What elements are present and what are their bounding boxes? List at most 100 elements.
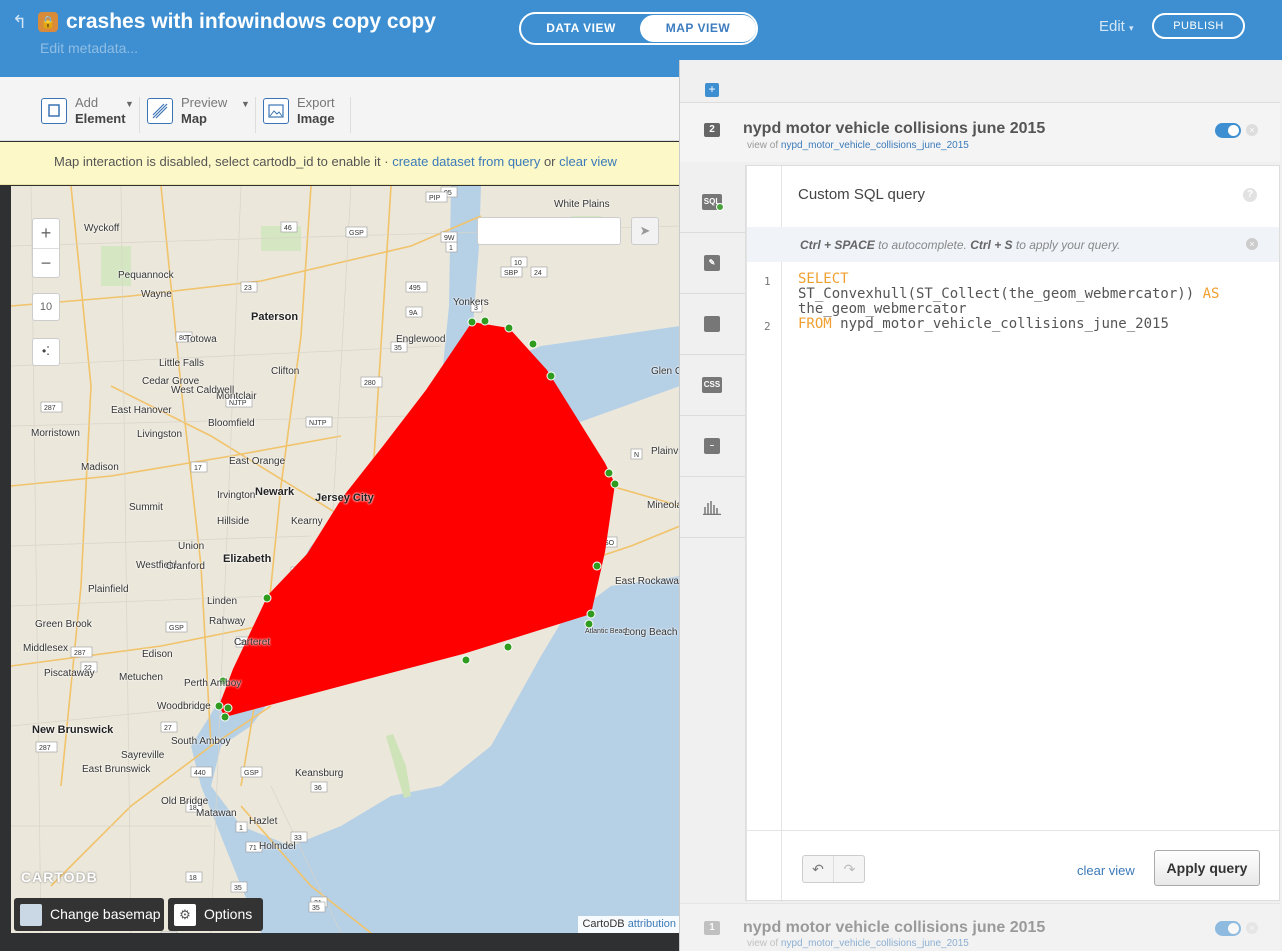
collision-point[interactable] — [586, 609, 596, 619]
add-element-button[interactable]: Add Element ▼ — [41, 95, 134, 129]
place-label: Hillside — [217, 516, 250, 527]
close-icon[interactable]: × — [1246, 238, 1258, 250]
collision-point[interactable] — [262, 593, 272, 603]
zoom-in-button[interactable]: + — [33, 219, 59, 248]
layer-title[interactable]: nypd motor vehicle collisions june 2015 — [743, 120, 1045, 138]
map-search-input[interactable] — [477, 217, 621, 245]
tab-sql[interactable]: SQL — [680, 172, 745, 233]
hint-text: to apply your query. — [1012, 238, 1121, 252]
lock-icon[interactable]: 🔒 — [38, 12, 58, 32]
layer-header[interactable]: 2 nypd motor vehicle collisions june 201… — [680, 102, 1280, 162]
help-icon[interactable]: ? — [1243, 188, 1257, 202]
zoom-out-button[interactable]: − — [33, 248, 59, 277]
svg-text:18: 18 — [189, 875, 197, 882]
locate-icon[interactable]: ➤ — [631, 217, 659, 245]
collision-point[interactable] — [584, 619, 594, 629]
sql-code: nypd_motor_vehicle_collisions_june_2015 — [831, 316, 1169, 332]
svg-text:46: 46 — [284, 225, 292, 232]
clear-view-button[interactable]: clear view — [1077, 863, 1135, 878]
place-label: Livingston — [137, 429, 183, 440]
collision-point[interactable] — [220, 712, 230, 722]
place-label: Keansburg — [295, 768, 344, 779]
collision-point[interactable] — [546, 371, 556, 381]
sql-pane-title: Custom SQL query — [798, 186, 925, 203]
tab-filters[interactable] — [680, 477, 745, 538]
layer-table-link[interactable]: nypd_motor_vehicle_collisions_june_2015 — [781, 140, 969, 151]
place-label: Woodbridge — [157, 701, 211, 712]
layer-visibility-toggle[interactable] — [1215, 123, 1241, 138]
apply-query-button[interactable]: Apply query — [1154, 850, 1260, 886]
map-title[interactable]: crashes with infowindows copy copy — [66, 10, 436, 34]
add-layer-button[interactable]: + — [705, 83, 719, 97]
svg-text:35: 35 — [234, 885, 242, 892]
layer-header[interactable]: 1 nypd motor vehicle collisions june 201… — [680, 903, 1280, 951]
change-basemap-button[interactable]: Change basemap — [14, 898, 164, 931]
layer-selector-icon[interactable]: •⁚ — [32, 338, 60, 366]
svg-text:23: 23 — [244, 285, 252, 292]
collision-point[interactable] — [214, 701, 224, 711]
tab-map-view[interactable]: MAP VIEW — [640, 15, 756, 42]
svg-text:GSP: GSP — [349, 230, 364, 237]
tab-legend[interactable]: – — [680, 416, 745, 477]
gear-icon: ⚙ — [174, 904, 196, 926]
export-image-button[interactable]: Export Image — [263, 95, 343, 129]
collision-point[interactable] — [504, 323, 514, 333]
place-label: East Orange — [229, 456, 286, 467]
collision-point[interactable] — [604, 468, 614, 478]
change-basemap-label: Change basemap — [50, 906, 161, 922]
route-shield: 17 — [190, 461, 208, 473]
create-dataset-link[interactable]: create dataset from query — [392, 154, 540, 169]
layer-title[interactable]: nypd motor vehicle collisions june 2015 — [743, 919, 1045, 937]
tab-infowindow[interactable] — [680, 294, 745, 355]
collision-point[interactable] — [503, 642, 513, 652]
edit-menu[interactable]: Edit ▾ — [1099, 18, 1134, 35]
route-shield: 440 — [190, 766, 213, 778]
back-arrow-icon[interactable]: ↰ — [12, 12, 27, 33]
collision-point[interactable] — [592, 561, 602, 571]
layer-source: view of nypd_motor_vehicle_collisions_ju… — [747, 140, 969, 151]
route-shield: GSP — [345, 226, 368, 238]
route-shield: N — [630, 448, 643, 460]
place-label: Plainfield — [88, 584, 129, 595]
map-canvas[interactable]: 287802807828795913518GSP2782217241046321… — [11, 186, 680, 933]
sql-code-editor[interactable]: SELECT ST_Convexhull(ST_Collect(the_geom… — [798, 272, 1268, 332]
close-icon[interactable]: × — [1246, 922, 1258, 934]
route-shield: 24 — [530, 266, 548, 278]
collision-point[interactable] — [461, 655, 471, 665]
layer-visibility-toggle[interactable] — [1215, 921, 1241, 936]
route-shield: 9W — [440, 231, 458, 243]
attribution-link[interactable]: attribution — [628, 918, 676, 930]
collision-point[interactable] — [610, 479, 620, 489]
layer-table-link[interactable]: nypd_motor_vehicle_collisions_june_2015 — [781, 938, 969, 949]
place-label: Metuchen — [119, 672, 163, 683]
edit-metadata-link[interactable]: Edit metadata... — [40, 40, 138, 56]
svg-text:1: 1 — [449, 245, 453, 252]
place-label: Long Beach — [624, 627, 678, 638]
svg-text:24: 24 — [534, 270, 542, 277]
redo-icon[interactable]: ↷ — [834, 856, 865, 882]
publish-button[interactable]: PUBLISH — [1152, 13, 1245, 39]
collision-point[interactable] — [480, 316, 490, 326]
svg-text:440: 440 — [194, 770, 206, 777]
clear-view-link[interactable]: clear view — [559, 154, 617, 169]
place-label: Linden — [207, 596, 238, 607]
divider — [139, 97, 140, 133]
options-button[interactable]: ⚙ Options — [168, 898, 263, 931]
close-icon[interactable]: × — [1246, 124, 1258, 136]
route-shield: 287 — [70, 646, 93, 658]
preview-map-button[interactable]: Preview Map ▼ — [147, 95, 252, 129]
place-label: New Brunswick — [32, 724, 114, 736]
collision-point[interactable] — [528, 339, 538, 349]
tab-data-view[interactable]: DATA VIEW — [523, 15, 639, 42]
svg-text:9W: 9W — [444, 235, 455, 242]
collision-point[interactable] — [467, 317, 477, 327]
undo-icon[interactable]: ↶ — [803, 856, 834, 882]
route-shield: SBP — [500, 266, 523, 278]
route-shield: 280 — [360, 376, 383, 388]
place-label: Mineola — [647, 500, 680, 511]
collision-point[interactable] — [223, 703, 233, 713]
tab-wizard[interactable]: ✎ — [680, 233, 745, 294]
tab-css[interactable]: CSS — [680, 355, 745, 416]
route-shield: NJTP — [305, 416, 333, 428]
route-shield: 1 — [445, 241, 458, 253]
